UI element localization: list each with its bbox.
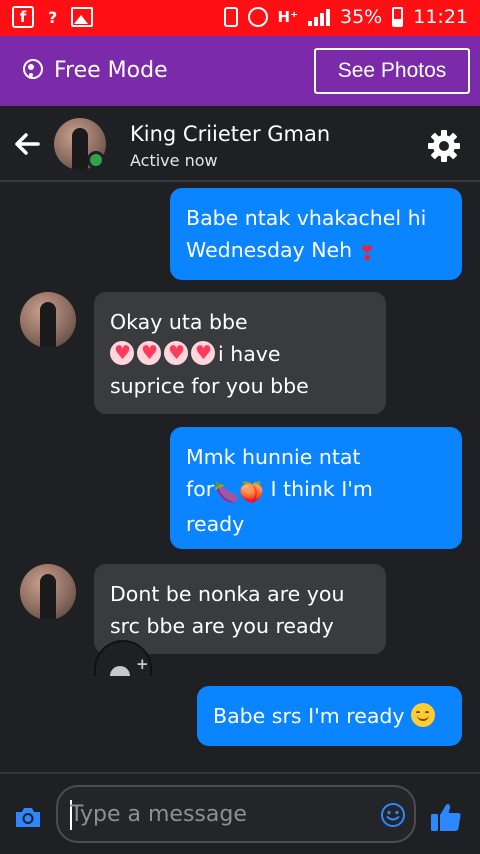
- alarm-icon: [247, 7, 268, 27]
- message-text: src bbe are you ready: [110, 614, 334, 638]
- peach-emoji: 🍑: [239, 480, 264, 504]
- message-text: Wednesday Neh ❣: [186, 234, 446, 269]
- status-bar-system: H⁺ 35% 11:21: [223, 6, 468, 28]
- network-type: H⁺: [277, 8, 298, 26]
- message-text: suprice for you bbe: [110, 374, 309, 398]
- heart-exclamation-emoji: ❣: [358, 241, 376, 265]
- back-arrow-icon[interactable]: [14, 132, 40, 156]
- message-input[interactable]: [70, 799, 370, 829]
- message-bubble-outgoing[interactable]: Babe ntak vhakachel hi Wednesday Neh ❣: [170, 188, 462, 280]
- message-input-container[interactable]: [56, 785, 416, 843]
- emoji-picker-icon[interactable]: [380, 802, 406, 828]
- thumbs-up-icon[interactable]: [430, 802, 462, 832]
- battery-icon: [392, 7, 404, 27]
- free-mode-indicator: Free Mode: [22, 58, 168, 83]
- heart-emoji: [164, 337, 188, 369]
- gear-icon[interactable]: [426, 128, 462, 164]
- smiling-face-emoji: [411, 703, 436, 727]
- message-text: Babe srs I'm ready: [213, 700, 446, 732]
- gallery-notification-icon: [71, 7, 94, 27]
- contact-active-status: Active now: [130, 151, 218, 170]
- camera-icon[interactable]: [14, 806, 42, 828]
- status-bar: f ? H⁺ 35% 11:21: [0, 0, 480, 36]
- online-status-dot: [87, 151, 105, 169]
- status-bar-notifications: f ?: [12, 6, 94, 28]
- message-text: ready: [186, 512, 245, 536]
- signal-strength-icon: [308, 8, 330, 26]
- message-bubble-outgoing[interactable]: Mmk hunnie ntat for🍆🍑 I think I'm ready: [170, 427, 462, 549]
- message-text: Babe ntak vhakachel hi: [186, 206, 427, 230]
- message-bubble-incoming[interactable]: Okay uta bbe i have suprice for you bbe: [94, 292, 386, 414]
- sender-avatar[interactable]: [20, 564, 76, 620]
- message-text: Dont be nonka are you: [110, 582, 345, 606]
- eggplant-emoji: 🍆: [214, 480, 240, 504]
- free-mode-bar: Free Mode See Photos: [0, 36, 480, 106]
- see-photos-button[interactable]: See Photos: [314, 48, 470, 94]
- no-sim-icon: ?: [48, 7, 58, 27]
- message-composer: [0, 772, 480, 854]
- contact-name[interactable]: King Criieter Gman: [130, 122, 330, 146]
- message-text: Okay uta bbe: [110, 310, 248, 334]
- vibrate-icon: [223, 7, 238, 27]
- heart-emoji: [137, 337, 161, 369]
- sender-avatar[interactable]: [20, 292, 76, 348]
- broadcast-icon: [22, 58, 44, 83]
- chat-header: King Criieter Gman Active now: [0, 106, 480, 182]
- free-mode-label: Free Mode: [54, 58, 168, 83]
- heart-emoji: [191, 337, 215, 369]
- message-text: i have: [110, 337, 370, 370]
- battery-percent: 35%: [340, 6, 383, 28]
- message-text: for🍆🍑 I think I'm: [186, 473, 446, 508]
- message-bubble-incoming[interactable]: Dont be nonka are you src bbe are you re…: [94, 564, 386, 654]
- heart-emoji: [110, 337, 134, 369]
- facebook-notification-icon: f: [12, 6, 34, 28]
- message-bubble-outgoing[interactable]: Babe srs I'm ready: [197, 686, 462, 746]
- message-text: Mmk hunnie ntat: [186, 445, 361, 469]
- clock: 11:21: [413, 6, 468, 28]
